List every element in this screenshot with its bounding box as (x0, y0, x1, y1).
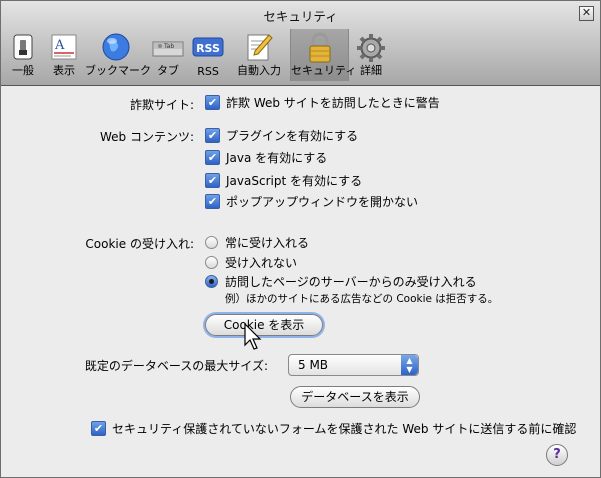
show-databases-button[interactable]: データベースを表示 (290, 386, 420, 408)
toolbar-label: RSS (197, 65, 219, 78)
toolbar-label: 表示 (53, 64, 75, 77)
enable-java-checkbox[interactable]: ✔ Java を有効にする (205, 149, 327, 166)
toolbar-item-appearance[interactable]: A 表示 (45, 29, 83, 81)
toolbar-label: 自動入力 (237, 64, 281, 77)
database-size-value: 5 MB (298, 358, 329, 372)
checkbox-check-icon: ✔ (205, 173, 220, 188)
preferences-window: セキュリティ ✕ 一般 A 表示 ブックマーク Tab タブ RSS RSS 自… (0, 0, 601, 478)
toolbar-label: 詳細 (360, 64, 382, 77)
block-popups-label: ポップアップウィンドウを開かない (226, 195, 419, 209)
toolbar-item-bookmarks[interactable]: ブックマーク (85, 29, 151, 81)
radio-indicator (205, 256, 218, 269)
toolbar-label: ブックマーク (85, 64, 151, 77)
help-button[interactable]: ? (546, 444, 568, 466)
radio-indicator (205, 236, 218, 249)
database-size-label: 既定のデータベースの最大サイズ: (84, 359, 268, 373)
window-title: セキュリティ (263, 9, 338, 24)
security-pane: 詐欺サイト: ✔ 詐欺 Web サイトを訪問したときに警告 Web コンテンツ:… (1, 86, 600, 477)
checkbox-check-icon: ✔ (91, 421, 106, 436)
checkbox-check-icon: ✔ (205, 128, 220, 143)
cookies-label: Cookie の受け入れ: (85, 237, 194, 251)
toolbar: セキュリティ ✕ 一般 A 表示 ブックマーク Tab タブ RSS RSS 自… (1, 1, 600, 86)
checkbox-check-icon: ✔ (205, 95, 220, 110)
enable-plugins-checkbox[interactable]: ✔ プラグインを有効にする (205, 127, 358, 144)
toolbar-item-autofill[interactable]: 自動入力 (231, 29, 287, 81)
enable-javascript-checkbox[interactable]: ✔ JavaScript を有効にする (205, 172, 362, 189)
cookies-note: 例）ほかのサイトにある広告などの Cookie は拒否する。 (225, 293, 499, 305)
cookies-visited-only-label: 訪問したページのサーバーからのみ受け入れる (225, 275, 477, 289)
svg-text:Tab: Tab (163, 43, 174, 50)
cookies-always-label: 常に受け入れる (225, 236, 310, 250)
radio-indicator (205, 275, 218, 288)
pencil-form-icon (244, 32, 274, 65)
confirm-insecure-form-label: セキュリティ保護されていないフォームを保護された Web サイトに送信する前に確… (112, 422, 577, 436)
fraud-label: 詐欺サイト: (129, 98, 194, 112)
mouse-pointer-icon (244, 323, 262, 350)
enable-plugins-label: プラグインを有効にする (226, 129, 359, 143)
toolbar-item-tabs[interactable]: Tab タブ (149, 29, 187, 81)
close-button[interactable]: ✕ (579, 6, 594, 21)
cookies-never-label: 受け入れない (225, 256, 298, 270)
svg-text:RSS: RSS (196, 42, 220, 55)
tab-icon: Tab (151, 32, 185, 65)
block-popups-checkbox[interactable]: ✔ ポップアップウィンドウを開かない (205, 193, 418, 210)
toolbar-item-rss[interactable]: RSS RSS (189, 29, 227, 81)
enable-java-label: Java を有効にする (226, 151, 328, 165)
cookies-never-radio[interactable]: 受け入れない (205, 254, 297, 271)
toolbar-label: タブ (157, 64, 179, 77)
enable-javascript-label: JavaScript を有効にする (226, 174, 363, 188)
fraud-warning-checkbox[interactable]: ✔ 詐欺 Web サイトを訪問したときに警告 (205, 94, 440, 111)
checkbox-check-icon: ✔ (205, 150, 220, 165)
font-icon: A (49, 32, 79, 65)
confirm-insecure-form-checkbox[interactable]: ✔ セキュリティ保護されていないフォームを保護された Web サイトに送信する前… (91, 420, 576, 437)
cookies-always-radio[interactable]: 常に受け入れる (205, 234, 309, 251)
rss-icon: RSS (192, 32, 224, 65)
svg-text:A: A (54, 38, 65, 53)
switch-icon (8, 32, 38, 65)
web-content-label: Web コンテンツ: (99, 130, 194, 144)
cookies-visited-only-radio[interactable]: 訪問したページのサーバーからのみ受け入れる (205, 273, 477, 290)
toolbar-item-security[interactable]: セキュリティ (290, 29, 357, 81)
fraud-warning-label: 詐欺 Web サイトを訪問したときに警告 (226, 96, 440, 110)
toolbar-item-general[interactable]: 一般 (5, 29, 41, 81)
toolbar-label: 一般 (12, 64, 34, 77)
checkbox-check-icon: ✔ (205, 194, 220, 209)
toolbar-item-advanced[interactable]: 詳細 (351, 29, 391, 81)
select-arrows-icon: ▲ ▼ (401, 355, 418, 375)
globe-icon (101, 32, 131, 65)
toolbar-label: セキュリティ (291, 64, 357, 77)
database-size-select[interactable]: 5 MB ▲ ▼ (288, 354, 419, 376)
show-cookies-button[interactable]: Cookie を表示 (205, 314, 323, 336)
